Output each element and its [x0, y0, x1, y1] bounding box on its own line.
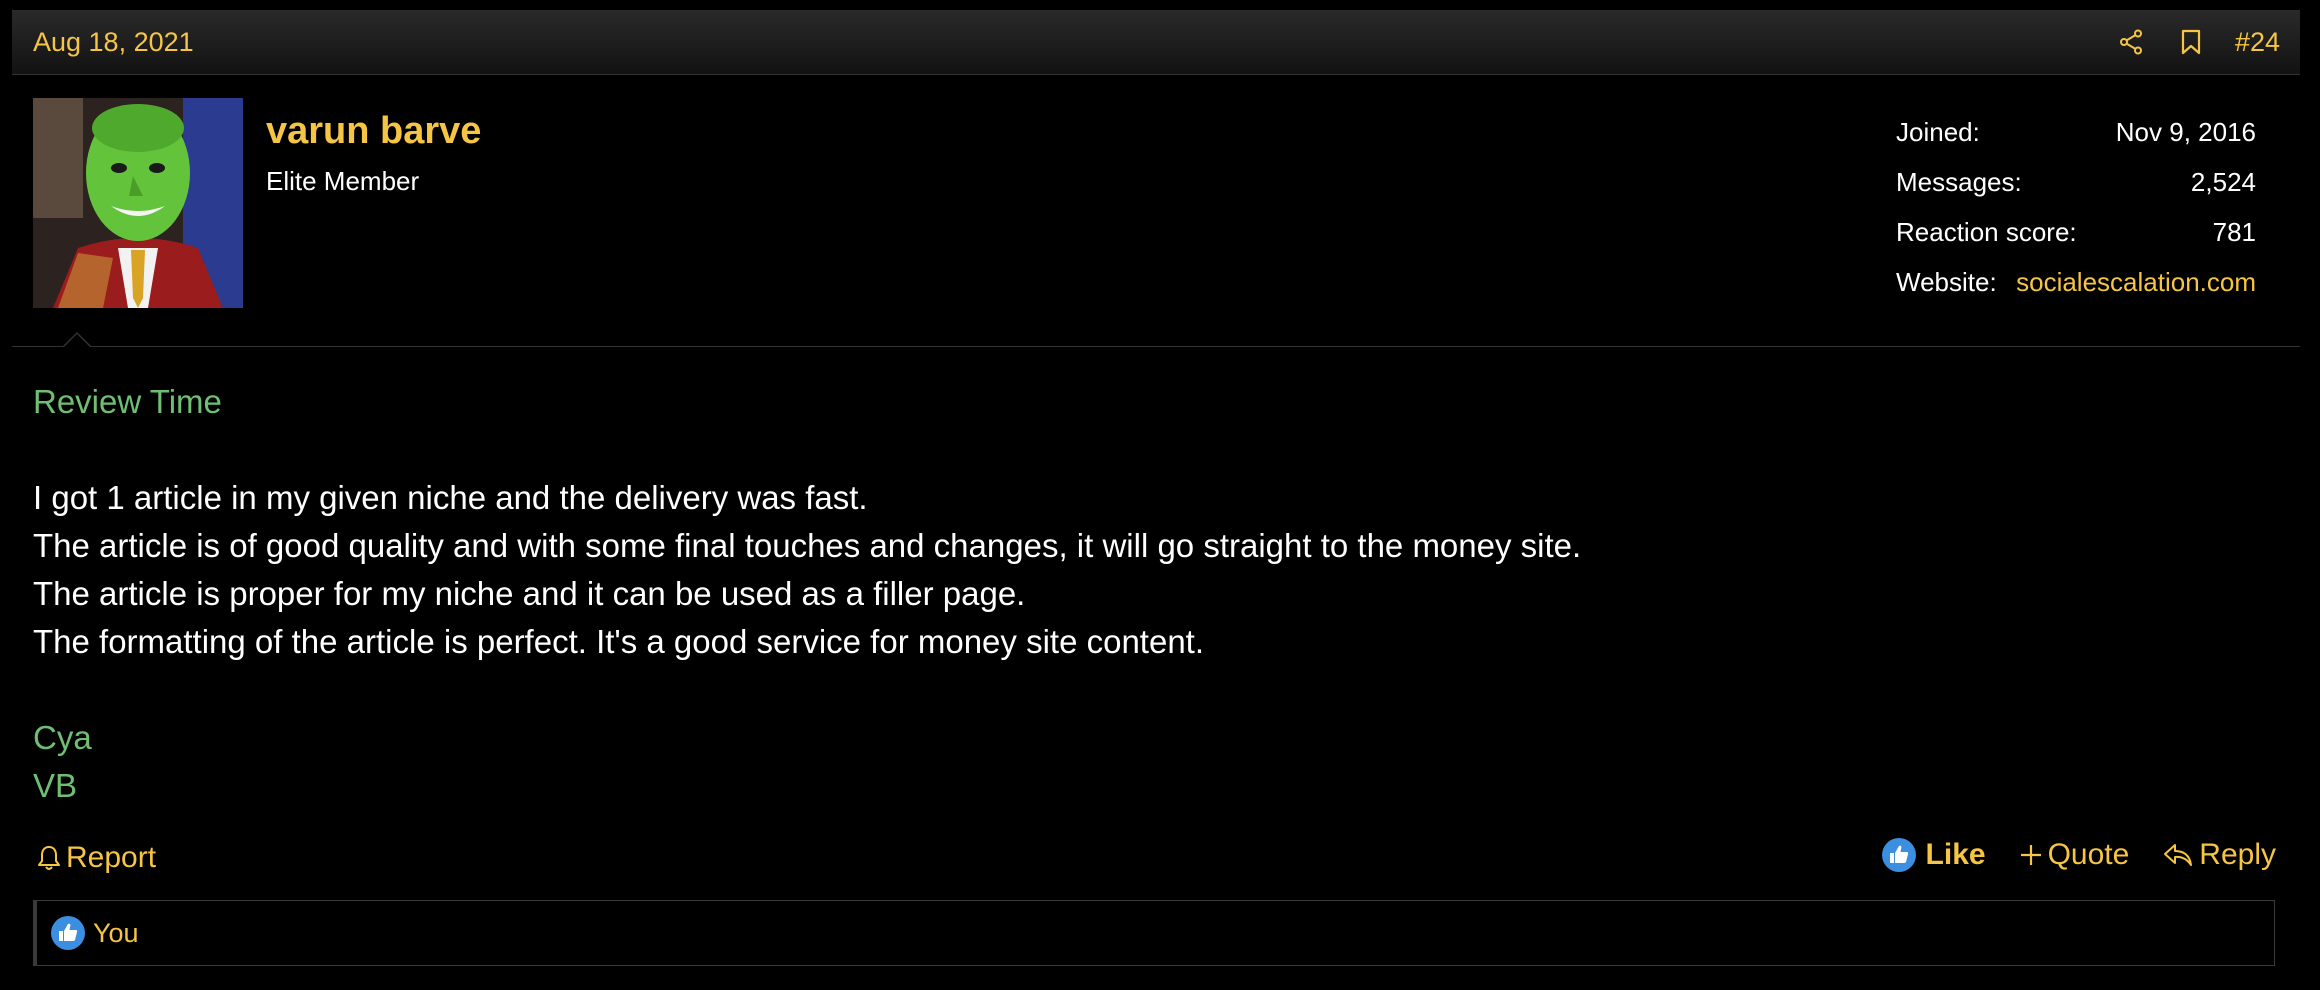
stat-website: Website: socialescalation.com — [1896, 265, 2256, 315]
quote-label: Quote — [2047, 838, 2130, 871]
message-line: The article is of good quality and with … — [33, 527, 1582, 564]
quote-button[interactable]: Quote — [2020, 838, 2130, 872]
message-line: The article is proper for my niche and i… — [33, 575, 1026, 612]
reaction-users-link[interactable]: You — [93, 918, 139, 949]
report-button[interactable]: Report — [36, 841, 156, 875]
stat-value: 781 — [2212, 217, 2256, 247]
post-header: Aug 18, 2021 #24 — [12, 10, 2300, 75]
user-title: Elite Member — [266, 166, 420, 196]
stat-label: Reaction score: — [1896, 217, 2077, 247]
like-reaction-icon — [51, 916, 85, 950]
stat-messages: Messages: 2,524 — [1896, 165, 2256, 215]
avatar[interactable] — [33, 98, 243, 308]
stat-label: Website: — [1896, 267, 1997, 297]
stat-value: 2,524 — [2190, 167, 2256, 197]
share-icon[interactable] — [2115, 26, 2147, 58]
report-label: Report — [66, 841, 157, 874]
message-body: Review Time I got 1 article in my given … — [33, 378, 2273, 810]
bell-icon — [38, 846, 60, 870]
post-number-link[interactable]: #24 — [2235, 27, 2280, 58]
post-header-actions: #24 — [2115, 24, 2280, 60]
stat-joined: Joined: Nov 9, 2016 — [1896, 115, 2256, 165]
reply-label: Reply — [2199, 838, 2276, 871]
username[interactable]: varun barve — [266, 110, 481, 153]
reactions-bar: You — [33, 900, 2275, 966]
like-button[interactable]: Like — [1881, 838, 1986, 872]
post-actions: Like Quote Reply — [1881, 838, 2276, 872]
like-label: Like — [1925, 838, 1986, 871]
stat-label: Messages: — [1896, 167, 2022, 197]
user-stats: Joined: Nov 9, 2016 Messages: 2,524 Reac… — [1896, 115, 2256, 315]
stat-label: Joined: — [1896, 117, 1980, 147]
stat-value: Nov 9, 2016 — [2115, 117, 2256, 147]
plus-icon — [2020, 845, 2041, 865]
post-date[interactable]: Aug 18, 2021 — [33, 27, 194, 58]
divider — [12, 346, 2300, 347]
like-icon — [1881, 838, 1916, 872]
message-signoff: VB — [33, 767, 78, 804]
reply-button[interactable]: Reply — [2163, 838, 2276, 872]
reply-icon — [2164, 844, 2193, 866]
message-line: The formatting of the article is perfect… — [33, 623, 1205, 660]
message-signoff: Cya — [33, 719, 92, 756]
forum-post: Aug 18, 2021 #24 varun barve Elite Membe… — [12, 10, 2300, 990]
message-line: I got 1 article in my given niche and th… — [33, 479, 868, 516]
message-heading: Review Time — [33, 383, 222, 420]
website-link[interactable]: socialescalation.com — [2016, 265, 2256, 315]
stat-reaction-score: Reaction score: 781 — [1896, 215, 2256, 265]
divider-notch-inner — [64, 334, 90, 347]
bookmark-icon[interactable] — [2175, 26, 2207, 58]
